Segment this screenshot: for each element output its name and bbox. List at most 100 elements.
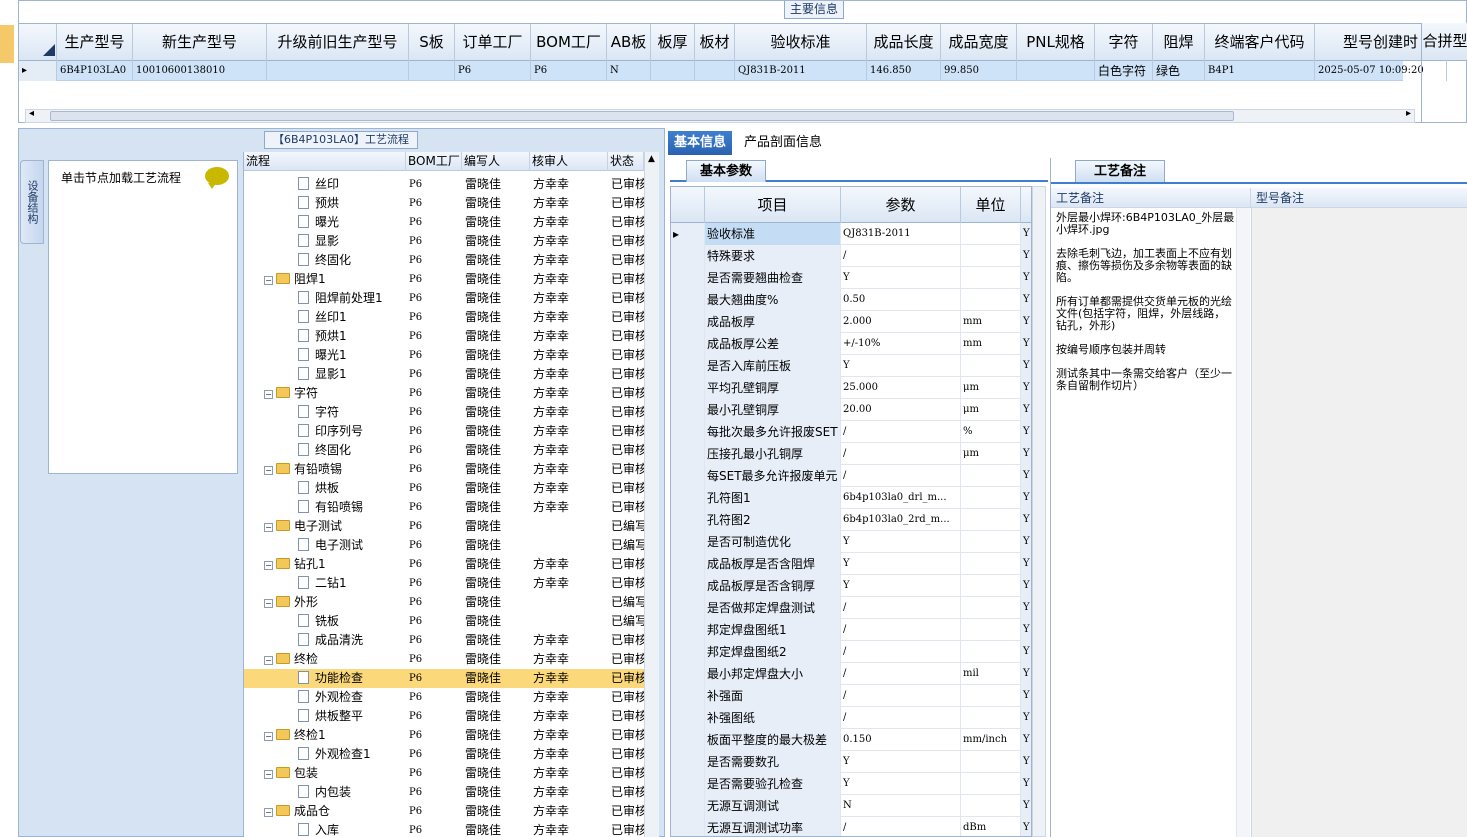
tree-row[interactable]: 外观检查 P6 雷晓佳 方幸幸 已审核 [244,688,644,707]
param-cell-unit[interactable] [961,685,1021,707]
tree-node[interactable]: − 成品仓 [244,802,406,821]
tree-row[interactable]: − 阻焊1 P6 雷晓佳 方幸幸 已审核 [244,270,644,289]
tree-col-header[interactable]: BOM工厂 [406,152,462,171]
remark-scrollbar[interactable] [1236,208,1250,837]
param-cell-unit[interactable] [961,597,1021,619]
main-col-header[interactable]: 新生产型号 [133,24,267,61]
tree-col-header[interactable]: 编写人 [462,152,530,171]
tree-node[interactable]: 电子测试 [244,536,406,555]
param-cell-flag[interactable]: Y [1021,795,1031,817]
param-cell-param[interactable]: 2.000 [841,311,961,333]
param-row[interactable]: 成品板厚公差 +/-10% mm Y [671,333,1031,355]
tree-row[interactable]: 内包装 P6 雷晓佳 方幸幸 已审核 [244,783,644,802]
param-row[interactable]: 板面平整度的最大极差 0.150 mm/inch Y [671,729,1031,751]
main-col-header[interactable]: PNL规格 [1017,24,1095,61]
param-cell-flag[interactable]: Y [1021,245,1031,267]
main-col-header[interactable]: 字符 [1095,24,1153,61]
tree-row[interactable]: 终固化 P6 雷晓佳 方幸幸 已审核 [244,251,644,270]
tree-node[interactable]: 烘板整平 [244,707,406,726]
tab-basic-params[interactable]: 基本参数 [686,160,766,182]
param-row[interactable]: 最小孔壁铜厚 20.00 μm Y [671,399,1031,421]
param-cell-param[interactable]: Y [841,355,961,377]
param-cell-flag[interactable]: Y [1021,487,1031,509]
main-col-header[interactable]: 成品长度 [867,24,941,61]
tree-node[interactable]: 丝印 [244,175,406,194]
merge-header[interactable]: 合拼型 [1422,23,1467,60]
param-row[interactable]: 补强面 / Y [671,685,1031,707]
tree-node[interactable]: − 字符 [244,384,406,403]
tree-node[interactable]: 外观检查1 [244,745,406,764]
param-cell-unit[interactable] [961,575,1021,597]
param-cell-param[interactable]: 6b4p103la0_drl_m... [841,487,961,509]
tree-vscrollbar[interactable]: ▲ [644,152,659,837]
tree-node[interactable]: 入库 [244,821,406,837]
tree-row[interactable]: 入库 P6 雷晓佳 方幸幸 已审核 [244,821,644,837]
param-cell-param[interactable]: N [841,795,961,817]
collapse-icon[interactable]: − [264,561,273,570]
tree-node[interactable]: − 电子测试 [244,517,406,536]
param-row[interactable]: 每SET最多允许报废单元 / Y [671,465,1031,487]
param-col-header[interactable]: 项目 [705,187,841,223]
collapse-icon[interactable]: − [264,656,273,665]
param-row[interactable]: 是否需要验孔检查 Y Y [671,773,1031,795]
param-cell-param[interactable]: 25.000 [841,377,961,399]
param-cell-unit[interactable] [961,707,1021,729]
param-cell-flag[interactable]: Y [1021,421,1031,443]
param-cell-flag[interactable]: Y [1021,685,1031,707]
param-cell-param[interactable]: / [841,421,961,443]
main-grid-row[interactable]: ▸ 6B4P103LA0 10010600138010 P6 P6 N QJ831B-20… [19,61,1447,81]
param-cell-unit[interactable] [961,487,1021,509]
param-cell-param[interactable]: Y [841,531,961,553]
param-row[interactable]: 是否需要数孔 Y Y [671,751,1031,773]
tree-row[interactable]: 烘板 P6 雷晓佳 方幸幸 已审核 [244,479,644,498]
tree-row[interactable]: 预烘 P6 雷晓佳 方幸幸 已审核 [244,194,644,213]
tree-node[interactable]: − 阻焊1 [244,270,406,289]
param-row[interactable]: 邦定焊盘图纸1/ Y [671,619,1031,641]
tree-row[interactable]: 二钻1 P6 雷晓佳 方幸幸 已审核 [244,574,644,593]
tree-row[interactable]: 烘板整平 P6 雷晓佳 方幸幸 已审核 [244,707,644,726]
scroll-right-icon[interactable]: ▸ [1406,108,1411,119]
param-row[interactable]: 成品板厚是否含铜厚 Y Y [671,575,1031,597]
tree-row[interactable]: − 终检 P6 雷晓佳 方幸幸 已审核 [244,650,644,669]
param-row[interactable]: 邦定焊盘图纸2/ Y [671,641,1031,663]
tree-node[interactable]: 显影 [244,232,406,251]
scroll-left-icon[interactable]: ◂ [29,108,34,119]
tree-node[interactable]: 烘板 [244,479,406,498]
tree-node[interactable]: 铣板 [244,612,406,631]
param-cell-param[interactable]: / [841,619,961,641]
param-row[interactable]: 补强图纸 / Y [671,707,1031,729]
collapse-icon[interactable]: − [264,466,273,475]
param-vscrollbar[interactable] [1032,186,1046,837]
tree-row[interactable]: 显影1 P6 雷晓佳 方幸幸 已审核 [244,365,644,384]
tree-row[interactable]: − 外形 P6 雷晓佳 已编写 [244,593,644,612]
tree-node[interactable]: 成品清洗 [244,631,406,650]
param-cell-flag[interactable]: Y [1021,223,1031,245]
param-cell-unit[interactable] [961,553,1021,575]
collapse-icon[interactable]: − [264,808,273,817]
main-col-header[interactable]: 生产型号 [57,24,133,61]
chat-bubble-icon[interactable] [205,167,229,189]
param-cell-flag[interactable]: Y [1021,443,1031,465]
collapse-icon[interactable]: − [264,390,273,399]
collapse-icon[interactable]: − [264,770,273,779]
tree-col-header[interactable]: 流程 [244,152,406,171]
param-cell-unit[interactable] [961,509,1021,531]
param-cell-unit[interactable] [961,795,1021,817]
tree-col-header[interactable]: 核审人 [530,152,608,171]
param-cell-unit[interactable] [961,289,1021,311]
tree-row[interactable]: − 字符 P6 雷晓佳 方幸幸 已审核 [244,384,644,403]
param-cell-flag[interactable]: Y [1021,509,1031,531]
main-col-header[interactable]: 验收标准 [735,24,867,61]
param-col-header[interactable]: 参数 [841,187,961,223]
tree-node[interactable]: 字符 [244,403,406,422]
collapse-icon[interactable]: − [264,732,273,741]
param-cell-unit[interactable] [961,465,1021,487]
param-row[interactable]: 孔符图1 6b4p103la0_drl_m... Y [671,487,1031,509]
param-row[interactable]: 是否入库前压板 Y Y [671,355,1031,377]
main-col-header[interactable]: 板材 [695,24,735,61]
param-cell-flag[interactable]: Y [1021,377,1031,399]
param-cell-param[interactable]: 20.00 [841,399,961,421]
main-col-header[interactable]: 板厚 [651,24,695,61]
param-row[interactable]: 最小邦定焊盘大小 / mil Y [671,663,1031,685]
tree-row[interactable]: 有铅喷锡 P6 雷晓佳 方幸幸 已审核 [244,498,644,517]
